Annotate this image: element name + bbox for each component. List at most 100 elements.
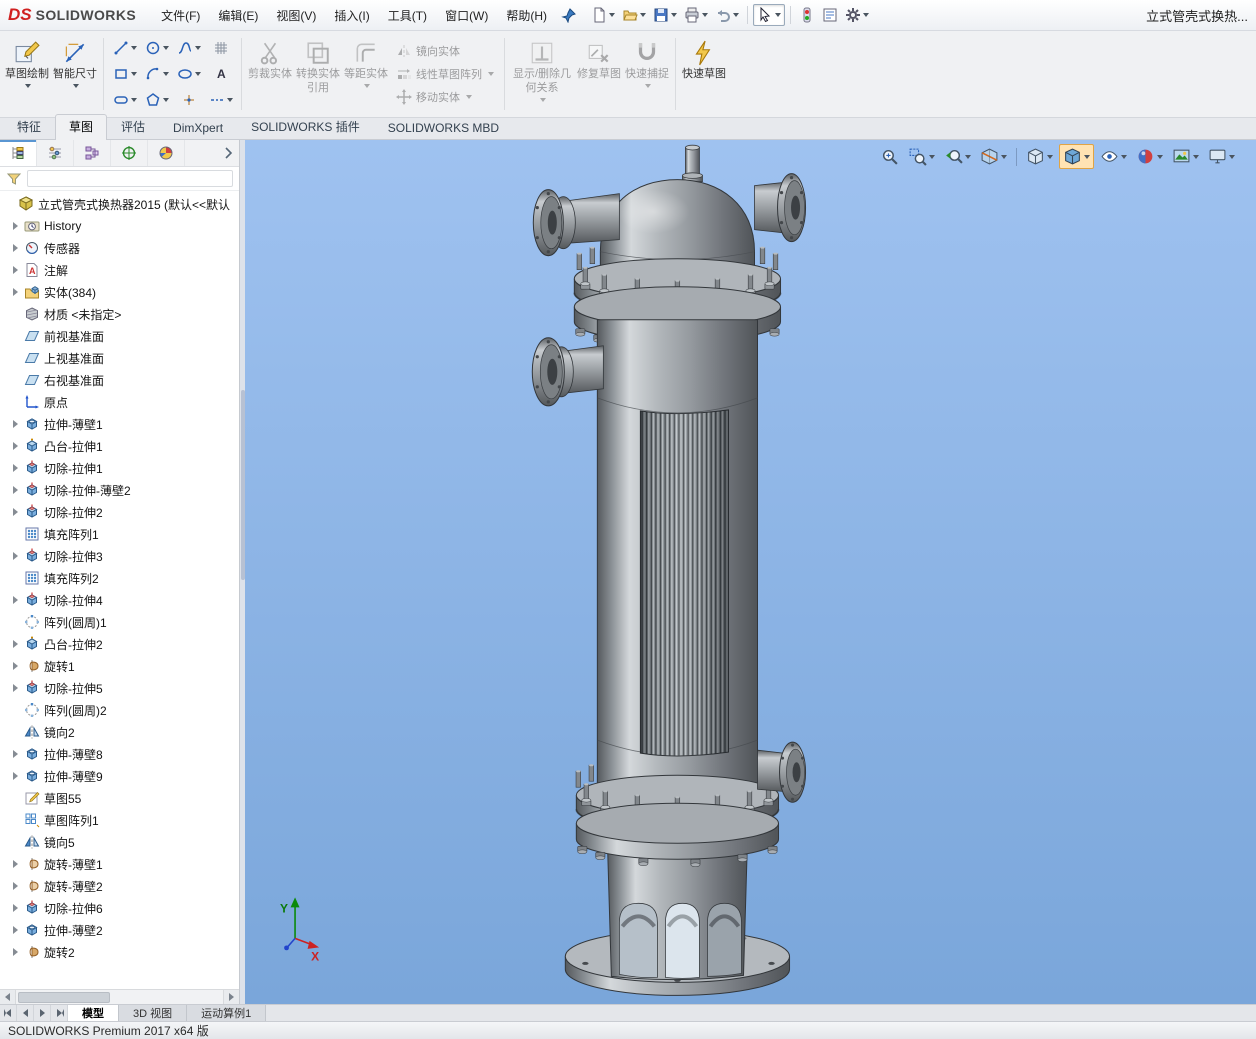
splitter-handle[interactable]	[241, 390, 245, 580]
bottom-tab-3D-视图[interactable]: 3D 视图	[119, 1005, 187, 1021]
offset-entities-button[interactable]: 等距实体	[343, 36, 389, 112]
scroll-left-button[interactable]	[0, 990, 16, 1004]
tree-item[interactable]: 切除-拉伸5	[0, 677, 239, 699]
edit-appearance-button[interactable]	[1133, 145, 1166, 168]
expand-arrow-icon[interactable]	[10, 661, 20, 671]
scroll-right-button[interactable]	[223, 990, 239, 1004]
menu-window[interactable]: 窗口(W)	[436, 3, 497, 28]
upper-right-nozzle[interactable]	[755, 174, 806, 242]
support-skirt[interactable]	[607, 839, 747, 979]
expand-arrow-icon[interactable]	[10, 287, 20, 297]
task-pane-button[interactable]	[819, 5, 841, 25]
tree-item[interactable]: 原点	[0, 391, 239, 413]
propertymanager-tab[interactable]	[37, 140, 74, 166]
select-button[interactable]	[753, 4, 785, 26]
view-settings-button[interactable]	[1205, 145, 1238, 168]
sketch-draw-button[interactable]: 草图绘制	[4, 36, 50, 112]
tree-item[interactable]: 凸台-拉伸2	[0, 633, 239, 655]
expand-arrow-icon[interactable]	[10, 683, 20, 693]
dimxpertmanager-tab[interactable]	[111, 140, 148, 166]
open-button[interactable]	[619, 5, 649, 25]
tree-item[interactable]: 传感器	[0, 237, 239, 259]
rectangle-tool-button[interactable]	[109, 62, 140, 87]
expand-arrow-icon[interactable]	[10, 639, 20, 649]
tree-item[interactable]: 旋转1	[0, 655, 239, 677]
ribbon-tab-DimXpert[interactable]: DimXpert	[159, 117, 237, 139]
first-tab-button[interactable]	[0, 1005, 17, 1021]
next-tab-button[interactable]	[34, 1005, 51, 1021]
arc-tool-button[interactable]	[141, 62, 172, 87]
mirror-entities-button[interactable]: 镜向实体	[391, 41, 499, 61]
tree-item[interactable]: 镜向2	[0, 721, 239, 743]
save-button[interactable]	[650, 5, 680, 25]
section-view-button[interactable]	[977, 145, 1010, 168]
menu-insert[interactable]: 插入(I)	[325, 3, 378, 28]
tree-item[interactable]: 旋转2	[0, 941, 239, 963]
view-orientation-button[interactable]	[1023, 145, 1056, 168]
top-vent-nozzle[interactable]	[682, 145, 702, 181]
ribbon-tab-评估[interactable]: 评估	[107, 114, 159, 139]
ribbon-tab-SOLIDWORKS-MBD[interactable]: SOLIDWORKS MBD	[374, 117, 513, 139]
feature-tree-root[interactable]: 立式管壳式换热器2015 (默认<<默认	[0, 193, 239, 215]
polygon-tool-button[interactable]	[141, 88, 172, 113]
expand-arrow-icon[interactable]	[10, 859, 20, 869]
spline-tool-button[interactable]	[173, 36, 204, 61]
rebuild-button[interactable]	[796, 5, 818, 25]
heat-exchanger-3d-model[interactable]: Y X	[245, 140, 1256, 1004]
middle-left-nozzle[interactable]	[532, 338, 603, 406]
print-button[interactable]	[681, 5, 711, 25]
relations-button[interactable]: 显示/删除几何关系	[510, 36, 574, 112]
expand-arrow-icon[interactable]	[10, 749, 20, 759]
tree-item[interactable]: 拉伸-薄壁1	[0, 413, 239, 435]
tree-filter-input[interactable]	[27, 170, 233, 187]
configurationmanager-tab[interactable]	[74, 140, 111, 166]
text-tool-button[interactable]: A	[205, 62, 236, 87]
bottom-tab-模型[interactable]: 模型	[68, 1005, 119, 1021]
expand-arrow-icon[interactable]	[10, 265, 20, 275]
grid-tool-button[interactable]	[205, 36, 236, 61]
convert-entities-button[interactable]: 转换实体引用	[295, 36, 341, 112]
tree-item[interactable]: 填充阵列1	[0, 523, 239, 545]
ellipse-tool-button[interactable]	[173, 62, 204, 87]
hide-show-items-button[interactable]	[1097, 145, 1130, 168]
tree-item[interactable]: 阵列(圆周)2	[0, 699, 239, 721]
tree-item[interactable]: 镜向5	[0, 831, 239, 853]
line-tool-button[interactable]	[109, 36, 140, 61]
zoom-area-button[interactable]	[905, 145, 938, 168]
rapid-sketch-button[interactable]: 快速草图	[681, 36, 727, 112]
expand-arrow-icon[interactable]	[10, 881, 20, 891]
last-tab-button[interactable]	[51, 1005, 68, 1021]
tree-item[interactable]: 切除-拉伸4	[0, 589, 239, 611]
shell-and-tube-bundle[interactable]	[597, 320, 757, 805]
tree-item[interactable]: 拉伸-薄壁2	[0, 919, 239, 941]
slot-tool-button[interactable]	[109, 88, 140, 113]
tree-item[interactable]: A注解	[0, 259, 239, 281]
tree-item[interactable]: 前视基准面	[0, 325, 239, 347]
repair-sketch-button[interactable]: 修复草图	[576, 36, 622, 112]
smart-dimension-button[interactable]: 智能尺寸	[52, 36, 98, 112]
expand-arrow-icon[interactable]	[10, 903, 20, 913]
expand-arrow-icon[interactable]	[10, 925, 20, 935]
menu-view[interactable]: 视图(V)	[267, 3, 325, 28]
tree-item[interactable]: 草图55	[0, 787, 239, 809]
tree-item[interactable]: 实体(384)	[0, 281, 239, 303]
pin-toolbar-button[interactable]	[558, 5, 580, 25]
displaymanager-tab[interactable]	[148, 140, 185, 166]
expand-arrow-icon[interactable]	[10, 771, 20, 781]
tree-item[interactable]: 填充阵列2	[0, 567, 239, 589]
expand-arrow-icon[interactable]	[10, 419, 20, 429]
expand-arrow-icon[interactable]	[10, 463, 20, 473]
expand-arrow-icon[interactable]	[10, 947, 20, 957]
tree-item[interactable]: 草图阵列1	[0, 809, 239, 831]
quick-snaps-button[interactable]: 快速捕捉	[624, 36, 670, 112]
tree-item[interactable]: 切除-拉伸1	[0, 457, 239, 479]
bottom-tab-运动算例1[interactable]: 运动算例1	[187, 1005, 266, 1021]
menu-tools[interactable]: 工具(T)	[379, 3, 436, 28]
ribbon-tab-SOLIDWORKS-插件[interactable]: SOLIDWORKS 插件	[237, 114, 374, 139]
options-gear-button[interactable]	[842, 5, 872, 25]
expand-arrow-icon[interactable]	[10, 507, 20, 517]
tree-item[interactable]: 上视基准面	[0, 347, 239, 369]
graphics-area[interactable]: Y X	[245, 140, 1256, 1004]
tree-item[interactable]: 凸台-拉伸1	[0, 435, 239, 457]
tree-item[interactable]: 拉伸-薄壁9	[0, 765, 239, 787]
